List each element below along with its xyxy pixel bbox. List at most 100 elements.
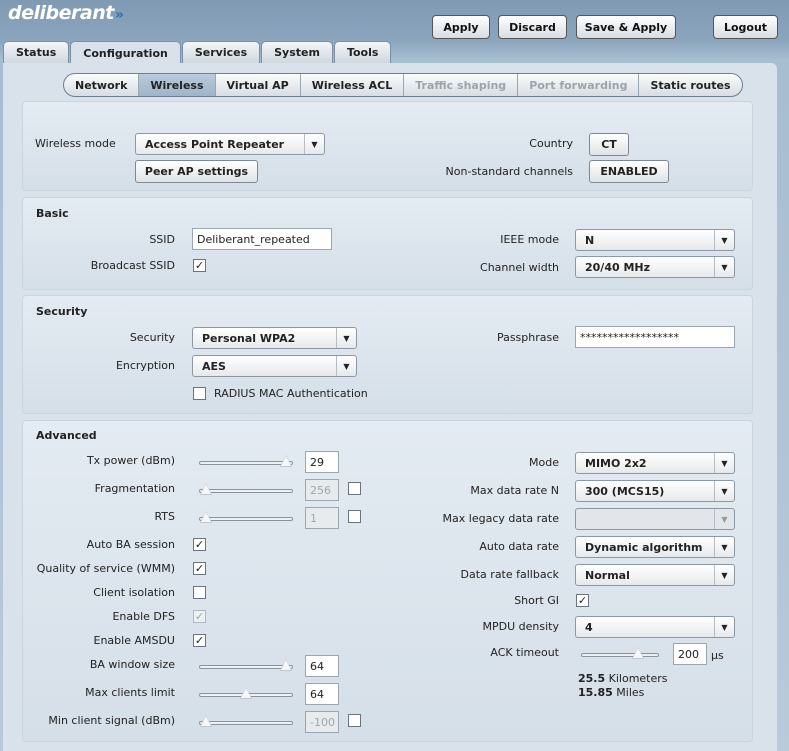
- min-client-signal-input: -100: [305, 711, 339, 733]
- encryption-label: Encryption: [115, 359, 175, 372]
- subtab-network[interactable]: Network: [64, 74, 140, 96]
- tx-power-slider[interactable]: [199, 455, 293, 467]
- country-button[interactable]: CT: [589, 133, 629, 156]
- max-legacy-rate-label: Max legacy data rate: [442, 512, 559, 525]
- non-standard-channels-button[interactable]: ENABLED: [589, 160, 669, 183]
- slider-handle[interactable]: [200, 483, 212, 495]
- min-client-signal-slider[interactable]: [199, 715, 293, 727]
- slider-handle[interactable]: [632, 647, 644, 659]
- short-gi-label: Short GI: [514, 594, 559, 607]
- chevron-down-icon: ▼: [714, 230, 734, 250]
- country-label: Country: [529, 137, 573, 150]
- distance-km-value: 25.5: [578, 672, 606, 685]
- distance-miles-value: 15.85: [578, 686, 613, 699]
- distance-km: 25.5 Kilometers: [578, 672, 668, 685]
- ack-timeout-unit: µs: [711, 649, 724, 662]
- radius-mac-label: RADIUS MAC Authentication: [214, 387, 368, 400]
- passphrase-label: Passphrase: [496, 331, 559, 344]
- tx-power-label: Tx power (dBm): [86, 454, 175, 467]
- basic-section: Basic SSID Deliberant_repeated Broadcast…: [22, 197, 753, 290]
- subtab-port-forwarding: Port forwarding: [518, 74, 640, 96]
- rts-label: RTS: [154, 510, 175, 523]
- auto-data-rate-select[interactable]: Dynamic algorithm ▼: [575, 536, 735, 558]
- broadcast-ssid-checkbox[interactable]: ✓: [193, 259, 206, 272]
- security-select[interactable]: Personal WPA2 ▼: [192, 327, 357, 349]
- subtab-static-routes[interactable]: Static routes: [639, 74, 741, 96]
- channel-width-select[interactable]: 20/40 MHz ▼: [575, 256, 735, 278]
- mpdu-density-select[interactable]: 4 ▼: [575, 616, 735, 638]
- chevron-down-icon: ▼: [336, 328, 356, 348]
- subtab-wireless[interactable]: Wireless: [139, 74, 216, 96]
- wireless-mode-select[interactable]: Access Point Repeater ▼: [135, 133, 325, 155]
- slider-handle[interactable]: [240, 687, 252, 699]
- ack-timeout-slider[interactable]: [581, 647, 659, 659]
- mpdu-density-value: 4: [585, 620, 593, 634]
- peer-ap-settings-button[interactable]: Peer AP settings: [135, 160, 258, 183]
- max-clients-slider[interactable]: [199, 687, 293, 699]
- qos-checkbox[interactable]: ✓: [193, 562, 206, 575]
- subtab-wireless-acl[interactable]: Wireless ACL: [301, 74, 405, 96]
- fragmentation-slider[interactable]: [199, 483, 293, 495]
- wireless-mode-label: Wireless mode: [35, 137, 116, 150]
- mode-value: MIMO 2x2: [585, 456, 647, 470]
- mode-select[interactable]: MIMO 2x2 ▼: [575, 452, 735, 474]
- rts-checkbox[interactable]: [348, 510, 361, 523]
- ieee-mode-select[interactable]: N ▼: [575, 229, 735, 251]
- tab-configuration[interactable]: Configuration: [70, 41, 181, 64]
- fragmentation-checkbox[interactable]: [348, 482, 361, 495]
- short-gi-checkbox[interactable]: ✓: [576, 594, 589, 607]
- mpdu-density-label: MPDU density: [482, 620, 559, 633]
- tab-status[interactable]: Status: [3, 41, 70, 63]
- chevron-down-icon: ▼: [714, 537, 734, 557]
- client-isolation-checkbox[interactable]: [193, 586, 206, 599]
- max-clients-label: Max clients limit: [85, 686, 175, 699]
- max-data-rate-n-label: Max data rate N: [470, 484, 559, 497]
- enable-amsdu-checkbox[interactable]: ✓: [193, 634, 206, 647]
- chevron-down-icon: ▼: [714, 481, 734, 501]
- non-standard-channels-label: Non-standard channels: [445, 165, 573, 178]
- slider-handle[interactable]: [280, 659, 292, 671]
- distance-miles: 15.85 Miles: [578, 686, 644, 699]
- general-section: Wireless mode Access Point Repeater ▼ Pee…: [22, 101, 753, 191]
- save-apply-button[interactable]: Save & Apply: [576, 15, 676, 39]
- subtab-virtual-ap[interactable]: Virtual AP: [216, 74, 301, 96]
- rts-slider[interactable]: [199, 511, 293, 523]
- broadcast-ssid-label: Broadcast SSID: [90, 259, 175, 272]
- chevron-down-icon: ▼: [714, 509, 734, 529]
- chevron-down-icon: ▼: [714, 257, 734, 277]
- subtab-traffic-shaping: Traffic shaping: [404, 74, 519, 96]
- discard-button[interactable]: Discard: [498, 15, 567, 39]
- advanced-title: Advanced: [36, 429, 97, 442]
- max-data-rate-n-value: 300 (MCS15): [585, 484, 665, 498]
- radius-mac-checkbox[interactable]: [193, 387, 206, 400]
- ba-window-slider[interactable]: [199, 659, 293, 671]
- main-tabs: Status Configuration Services System Too…: [3, 41, 392, 64]
- data-rate-fallback-select[interactable]: Normal ▼: [575, 564, 735, 586]
- auto-data-rate-label: Auto data rate: [479, 540, 559, 553]
- encryption-select[interactable]: AES ▼: [192, 355, 357, 377]
- basic-title: Basic: [36, 207, 69, 220]
- ba-window-input[interactable]: 64: [305, 655, 339, 677]
- auto-ba-checkbox[interactable]: ✓: [193, 538, 206, 551]
- ssid-input[interactable]: Deliberant_repeated: [192, 228, 332, 250]
- tab-system[interactable]: System: [261, 41, 333, 63]
- max-clients-input[interactable]: 64: [305, 683, 339, 705]
- tab-tools[interactable]: Tools: [333, 41, 392, 63]
- slider-handle[interactable]: [200, 511, 212, 523]
- sub-tabs: Network Wireless Virtual AP Wireless ACL…: [63, 73, 743, 97]
- ack-timeout-input[interactable]: 200: [673, 643, 707, 665]
- min-client-signal-checkbox[interactable]: [348, 714, 361, 727]
- tab-services[interactable]: Services: [181, 41, 261, 63]
- channel-width-label: Channel width: [480, 261, 559, 274]
- ssid-label: SSID: [149, 233, 175, 246]
- max-data-rate-n-select[interactable]: 300 (MCS15) ▼: [575, 480, 735, 502]
- apply-button[interactable]: Apply: [432, 15, 490, 39]
- distance-miles-unit: Miles: [616, 686, 645, 699]
- passphrase-input[interactable]: ******************: [575, 326, 735, 348]
- slider-handle[interactable]: [280, 455, 292, 467]
- logout-button[interactable]: Logout: [713, 15, 778, 39]
- slider-handle[interactable]: [200, 715, 212, 727]
- tx-power-input[interactable]: 29: [305, 451, 339, 473]
- security-section: Security Security Personal WPA2 ▼ Encrypt…: [22, 295, 753, 414]
- security-label: Security: [129, 331, 175, 344]
